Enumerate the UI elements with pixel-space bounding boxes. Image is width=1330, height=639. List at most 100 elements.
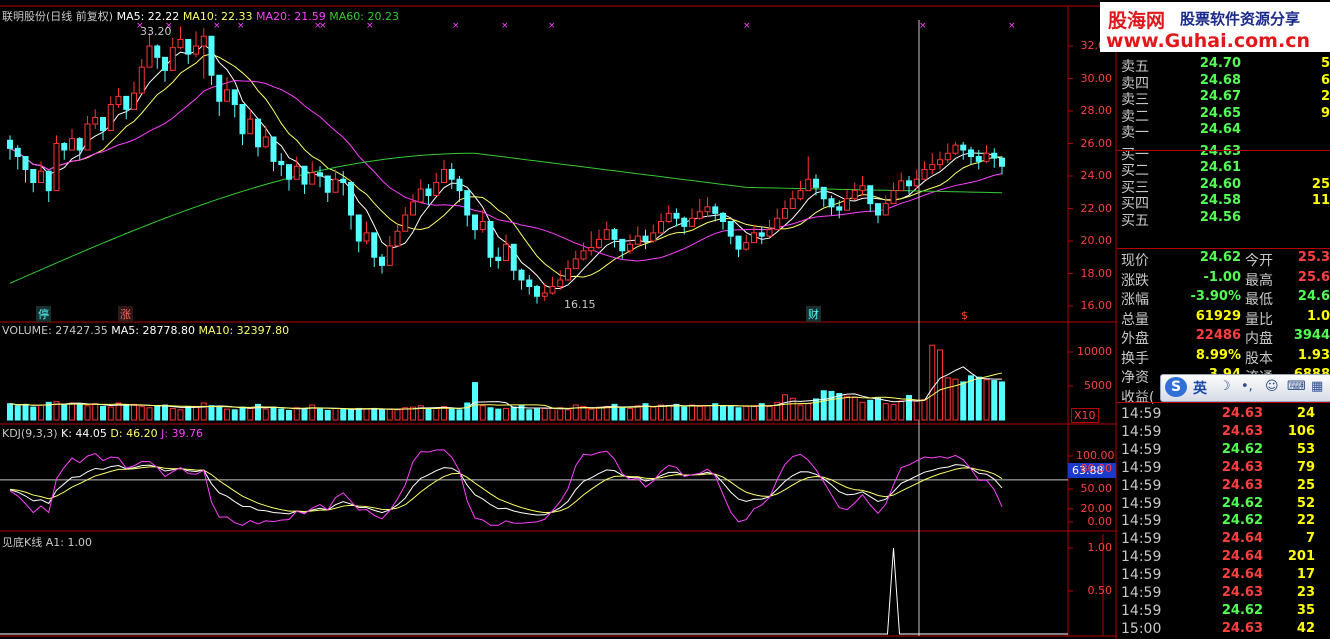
tick-volume: 23	[1296, 585, 1315, 600]
ime-mode-button[interactable]: 英	[1193, 378, 1207, 398]
dollar-marker: $	[961, 309, 968, 322]
candle-body	[255, 118, 261, 148]
candle-body	[433, 182, 440, 196]
j-label: J: 39.76	[161, 427, 204, 440]
volume-bar	[681, 406, 688, 421]
tick-volume: 35	[1296, 602, 1315, 618]
tick-price: 24.63	[1221, 459, 1263, 475]
skin-icon[interactable]: ▦	[1311, 379, 1323, 394]
candle-body	[464, 190, 471, 216]
k-label: K: 44.05	[61, 427, 107, 440]
d-line	[9, 466, 1003, 514]
volume-bar	[278, 408, 285, 421]
zhang-marker: 涨	[118, 306, 133, 322]
info-label: 净资	[1121, 370, 1149, 386]
keyboard-icon[interactable]: ⌨	[1287, 379, 1306, 394]
tick-volume: 25	[1296, 477, 1315, 493]
candle-body	[820, 186, 827, 200]
moon-icon[interactable]: ☽	[1219, 379, 1231, 394]
tick-price: 24.62	[1221, 602, 1263, 618]
candle-body	[479, 221, 486, 231]
price-tick: 16.00	[1080, 299, 1113, 312]
info-value: 25.3	[1297, 250, 1330, 265]
volume-bar	[216, 406, 223, 421]
volume-bar	[929, 344, 936, 421]
low-annotation: 16.15	[564, 298, 596, 311]
ime-logo-icon[interactable]: S	[1165, 377, 1187, 397]
volume-bar	[433, 407, 440, 421]
volume-bar	[960, 381, 967, 421]
ime-toolbar[interactable]: S 英 ☽ •, ☺ ⌨ ▦	[1160, 374, 1330, 402]
volume-bar	[727, 405, 734, 421]
volume-bar	[580, 405, 587, 421]
volume-bar	[634, 405, 641, 421]
vma10-label: MA10: 32397.80	[198, 324, 290, 337]
volume-bar	[138, 405, 145, 421]
volume-bar	[805, 403, 812, 421]
volume-bar	[301, 407, 308, 421]
candle-body	[735, 235, 742, 250]
x10-badge: X10	[1071, 408, 1099, 423]
smile-icon[interactable]: ☺	[1265, 379, 1279, 394]
candle-body	[363, 232, 370, 242]
volume-bar	[975, 376, 982, 421]
volume-bar	[348, 409, 354, 421]
sell-price: 24.70	[1199, 56, 1241, 71]
candle-body	[975, 156, 982, 162]
volume-bar	[61, 403, 68, 421]
candle-body	[611, 229, 618, 240]
buy-volume: 25	[1311, 176, 1330, 192]
volume-bar	[386, 408, 393, 421]
tick-price: 24.62	[1221, 441, 1263, 457]
volume-bar	[262, 408, 269, 421]
volume-bar	[541, 407, 548, 421]
candle-body	[937, 159, 943, 166]
volume-bar	[286, 409, 292, 421]
j-line	[9, 449, 1003, 526]
volume-bar	[340, 408, 347, 421]
candle-body	[681, 217, 688, 227]
info-value: 22486	[1195, 328, 1241, 343]
tick-volume: 79	[1296, 459, 1315, 475]
candle-body	[386, 245, 393, 266]
kdj-tick: 0.00	[1087, 515, 1113, 528]
x-marker: ×	[743, 21, 751, 31]
candle-body	[658, 221, 664, 234]
punct-icon[interactable]: •,	[1241, 379, 1253, 394]
candle-body	[844, 198, 850, 211]
candle-body	[371, 232, 378, 258]
info-label: 涨幅	[1121, 292, 1149, 308]
candle-body	[619, 238, 626, 252]
candle-body	[758, 232, 765, 237]
candle-body	[131, 92, 137, 110]
candle-body	[286, 164, 292, 180]
chart-canvas: × × × × ×× × × × × × × ×	[0, 5, 1117, 639]
candle-body	[107, 104, 114, 131]
volume-bar	[92, 403, 99, 421]
candle-body	[379, 256, 385, 266]
tick-price: 24.63	[1221, 423, 1263, 439]
tick-price: 24.63	[1221, 585, 1263, 600]
volume-bar	[402, 407, 409, 421]
candle-body	[169, 47, 176, 71]
sell-level-label: 卖一	[1121, 125, 1149, 141]
candle-body	[650, 232, 657, 242]
sell-volume: 9	[1320, 105, 1330, 121]
candle-body	[402, 214, 409, 232]
volume-bar	[487, 407, 494, 421]
sell-price: 24.67	[1199, 89, 1241, 104]
buy-volume: 11	[1311, 193, 1330, 208]
info-label: 现价	[1121, 253, 1149, 269]
candle-body	[317, 172, 323, 177]
candle-body	[510, 243, 517, 271]
stock-title: 联明股份(日线 前复权)	[2, 10, 114, 23]
vma5-label: MA5: 28778.80	[111, 324, 195, 337]
candle-body	[952, 144, 959, 154]
info-label: 最低	[1245, 292, 1273, 308]
volume-bar	[22, 403, 29, 421]
volume-bar	[30, 406, 37, 421]
tick-time: 15:00	[1121, 620, 1162, 637]
x-marker: ×	[1008, 21, 1016, 31]
volume-bar	[735, 407, 742, 421]
candle-body	[224, 89, 230, 102]
